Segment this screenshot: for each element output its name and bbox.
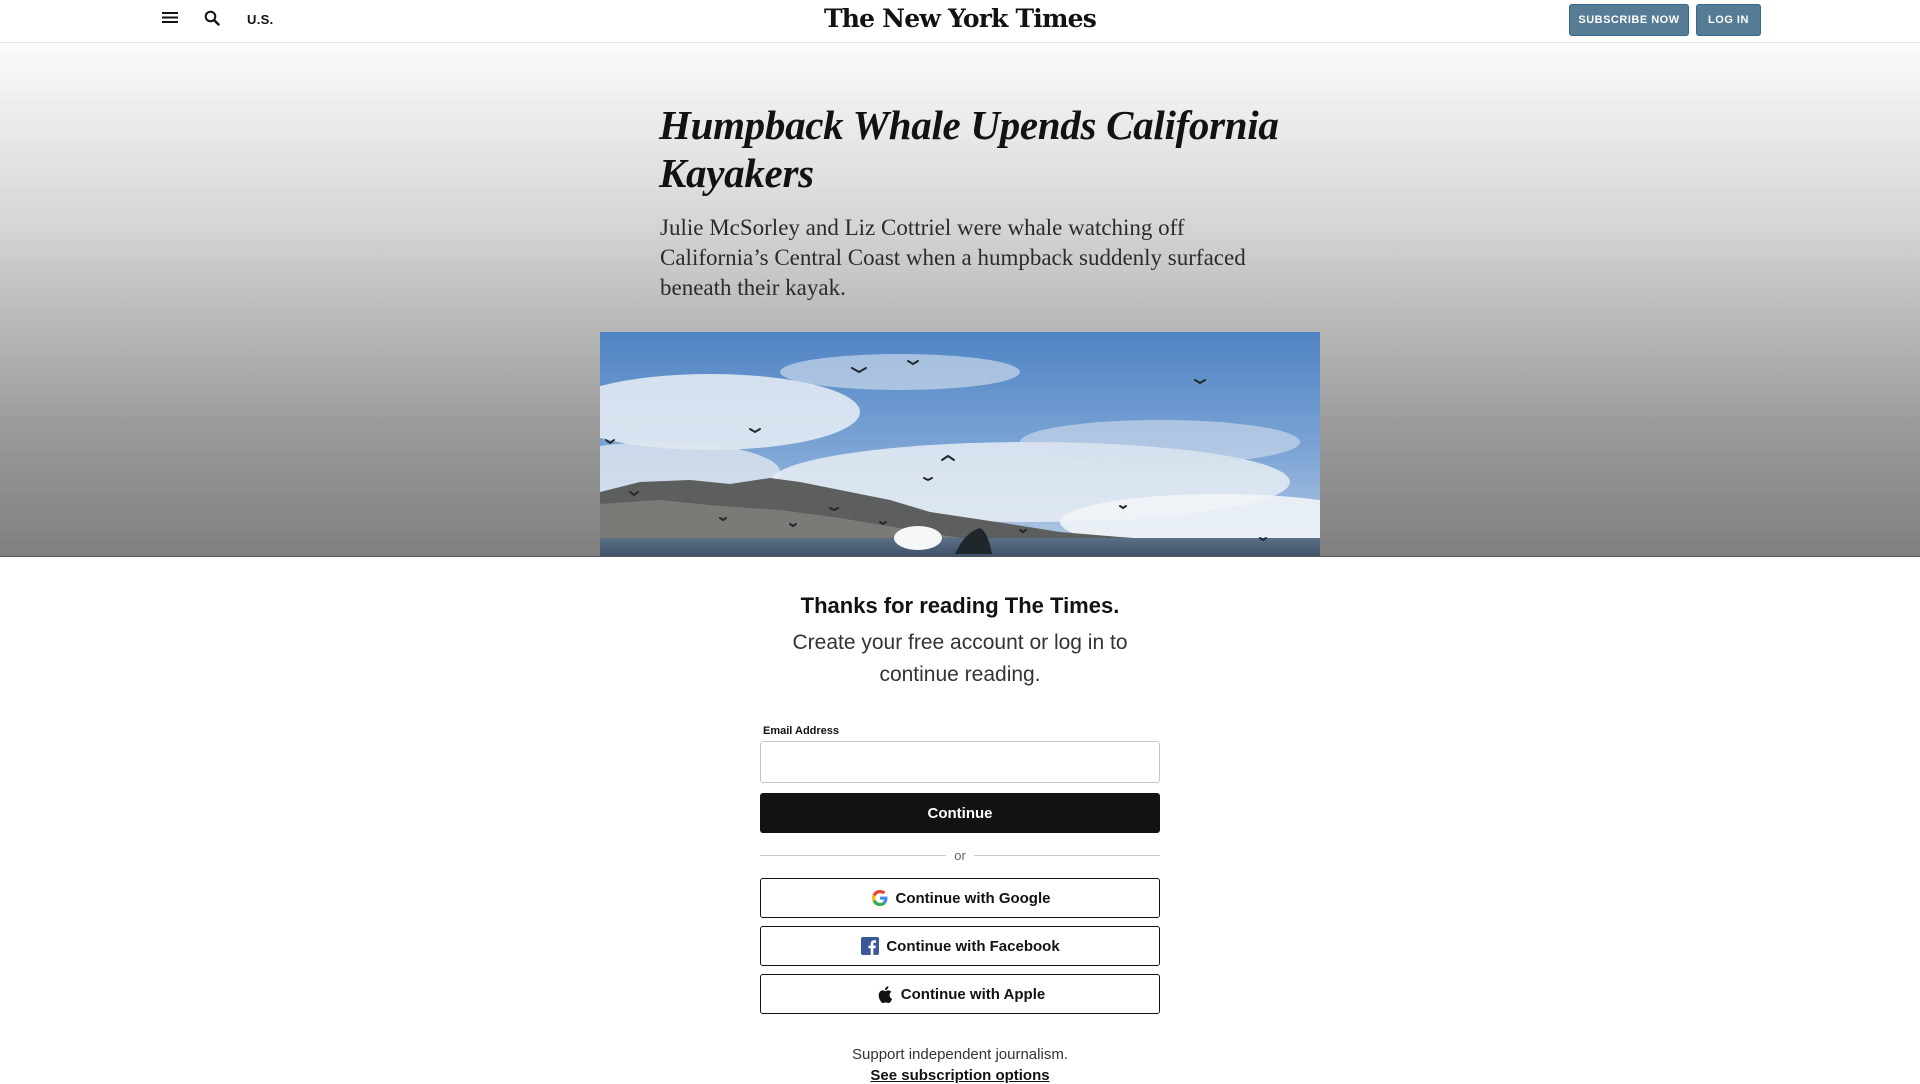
regwall-title: Thanks for reading The Times.	[800, 593, 1120, 618]
continue-with-google-button[interactable]: Continue with Google	[760, 878, 1160, 918]
email-label: Email Address	[763, 725, 840, 737]
facebook-button-label: Continue with Facebook	[886, 937, 1060, 955]
article-preview: Humpback Whale Upends California Kayaker…	[0, 43, 1920, 556]
article-headline: Humpback Whale Upends California Kayaker…	[659, 102, 1279, 196]
apple-button-label: Continue with Apple	[900, 985, 1046, 1003]
search-icon	[204, 10, 220, 31]
site-header: U.S. The New York Times SUBSCRIBE NOW LO…	[0, 0, 1920, 43]
support-text: Support independent journalism.	[852, 1046, 1068, 1063]
facebook-icon	[860, 936, 880, 956]
subscribe-button[interactable]: SUBSCRIBE NOW	[1569, 4, 1689, 36]
article-summary: Julie McSorley and Liz Cottriel were wha…	[660, 215, 1246, 300]
continue-with-facebook-button[interactable]: Continue with Facebook	[760, 926, 1160, 966]
google-icon	[870, 888, 890, 908]
search-button[interactable]	[198, 8, 226, 32]
continue-with-apple-button[interactable]: Continue with Apple	[760, 974, 1160, 1014]
email-field[interactable]	[760, 741, 1160, 783]
continue-button[interactable]: Continue	[760, 793, 1160, 833]
subscription-options-link[interactable]: See subscription options	[660, 1067, 1260, 1084]
apple-icon	[875, 984, 895, 1004]
regwall-subtitle: Create your free account or log in to co…	[792, 631, 1128, 686]
menu-icon	[162, 11, 178, 29]
divider-line-right	[973, 854, 1160, 856]
registration-wall: Thanks for reading The Times. Create you…	[0, 556, 1920, 1084]
divider-line-left	[760, 854, 947, 856]
google-button-label: Continue with Google	[895, 889, 1051, 907]
menu-button[interactable]	[156, 8, 184, 32]
or-divider: or	[760, 847, 1160, 863]
section-link-us[interactable]: U.S.	[247, 12, 273, 27]
hero-video-still[interactable]	[600, 332, 1320, 556]
whale-image	[600, 332, 1320, 556]
nyt-logo[interactable]: The New York Times	[760, 4, 1160, 33]
login-button[interactable]: LOG IN	[1696, 4, 1761, 36]
divider-text: or	[954, 847, 966, 863]
